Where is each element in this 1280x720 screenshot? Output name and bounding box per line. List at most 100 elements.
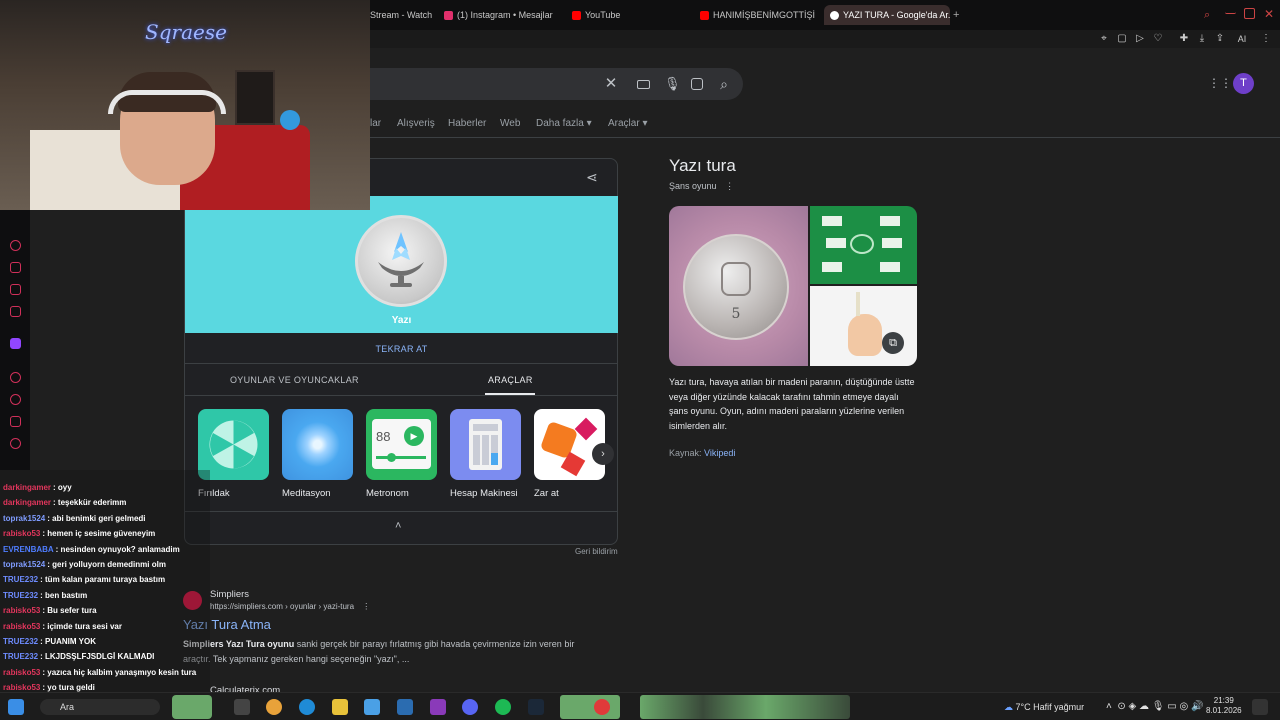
heart-icon[interactable]: ♡ [1152,33,1164,45]
chat-username: toprak1524 [3,513,46,523]
coin-icon[interactable] [355,215,447,307]
widget-icon[interactable] [172,695,212,719]
tab-instagram[interactable]: (1) Instagram • Mesajlar [444,6,564,24]
nav-item-images[interactable]: lar [370,118,381,129]
apps-grid-icon[interactable]: ⋮⋮ [1208,77,1232,89]
coin-flip-area[interactable]: Yazı [185,196,618,333]
result-url[interactable]: https://simpliers.com › oyunlar › yazi-t… [210,602,370,611]
tab-google-search[interactable]: YAZI TURA - Google'da Ar... [824,5,950,25]
account-avatar[interactable]: T [1233,73,1254,94]
tool-meditation[interactable]: Meditasyon [282,409,354,499]
extensions-icon[interactable]: ✚ [1178,33,1190,45]
keyboard-icon[interactable] [637,80,650,89]
settings-icon[interactable] [10,438,21,449]
retry-button[interactable]: TEKRAR AT [185,344,618,354]
close-window-icon[interactable]: ✕ [1264,5,1276,23]
youtube-icon [572,10,581,20]
download-icon[interactable]: ⤓ [1196,33,1208,45]
tab-search-icon[interactable]: ▢ [1116,33,1128,45]
nav-item-tools[interactable]: Araçlar ▾ [608,118,647,129]
more-options-icon[interactable]: ⋮ [362,602,370,611]
chat-message: rabisko53: yazıca hiç kalbim yanaşmıyo k… [0,665,210,680]
compass-icon[interactable] [10,240,21,251]
more-icon[interactable]: ⋮ [1260,33,1272,45]
nav-item-news[interactable]: Haberler [448,118,486,129]
bag-icon[interactable] [10,262,21,273]
chat-username: TRUE232 [3,575,39,585]
system-tray[interactable]: ˄ ⊙ ◈ ☁ 🎙 ▭ ◎ 🔊 [1106,701,1203,712]
tab-games-toys[interactable]: OYUNLAR VE OYUNCAKLAR [230,375,359,385]
wikipedia-link[interactable]: Vikipedi [704,448,735,458]
clock[interactable]: 21:39 8.01.2026 [1206,696,1242,716]
tab-youtube[interactable]: YouTube [572,6,652,24]
chat-username: rabisko53 [3,667,41,677]
outlook-icon[interactable] [397,699,413,715]
search-tabs-icon[interactable]: ⌕ [1204,6,1216,24]
chevron-up-icon[interactable]: ˄ [395,520,401,532]
task-view-icon[interactable] [234,699,250,715]
divider [185,511,618,512]
play-icon[interactable] [10,372,21,383]
clock-icon[interactable] [10,394,21,405]
share-icon[interactable]: ⇪ [1214,33,1226,45]
tool-metronome[interactable]: 88 ▶ Metronom [366,409,438,499]
notifications-icon[interactable] [1252,699,1268,715]
nav-item-more[interactable]: Daha fazla ▾ [536,118,592,129]
result-snippet: Simpliers Yazı Tura oyunu sanki gerçek b… [183,637,603,667]
date-text: 8.01.2026 [1206,706,1242,715]
obs-icon[interactable] [594,699,610,715]
chrome-icon[interactable] [266,699,282,715]
lens-icon[interactable] [691,78,703,90]
nav-item-shopping[interactable]: Alışveriş [397,118,435,129]
card-icon[interactable] [10,284,21,295]
spotify-icon[interactable] [495,699,511,715]
pin-icon[interactable]: ⌖ [1098,33,1110,45]
tab-tools[interactable]: ARAÇLAR [488,375,533,385]
app-icon[interactable] [560,695,620,719]
chat-message: TRUE232: tüm kalan paramı turaya bastım [0,572,210,587]
app-icon[interactable] [430,699,446,715]
search-box[interactable]: ✕ 🎙 ⌕ [370,68,743,100]
mail-icon[interactable] [10,306,21,317]
coin-photo[interactable]: 5 [669,206,808,366]
close-icon[interactable]: ✕ [604,76,618,91]
tab-youtube-video[interactable]: HANIMİŞBENİMGOTTİŞİM... [700,6,815,24]
chat-text: : hemen iç sesime güveneyim [42,529,156,539]
tool-calculator[interactable]: Hesap Makinesi [450,409,522,499]
edge-icon[interactable] [299,699,315,715]
chat-message: darkingamer: teşekkür ederimm [0,495,210,510]
calculator-icon [450,409,521,480]
file-explorer-icon[interactable] [332,699,348,715]
maximize-icon[interactable] [1244,8,1255,19]
store-icon[interactable] [364,699,380,715]
coin-toss-photo[interactable]: ⧉ [810,286,917,366]
tab-label: YAZI TURA - Google'da Ar... [843,10,950,20]
chevron-right-icon[interactable]: › [592,443,614,465]
image-search-icon[interactable]: ⧉ [882,332,904,354]
search-icon[interactable]: ⌕ [717,77,731,91]
chat-text: : geri yolluyorn demedinmi olm [47,560,166,570]
windows-start-icon[interactable] [8,699,24,715]
twitch-icon[interactable] [10,338,21,349]
mic-icon[interactable]: 🎙 [664,77,681,91]
chat-text: : LKJDSŞLFJSDLGİ KALMADI [40,652,155,662]
divider [185,363,618,364]
taskbar-search[interactable]: Ara [40,699,160,715]
nav-item-web[interactable]: Web [500,118,520,129]
ai-button[interactable]: AI [1231,33,1253,45]
minimize-icon[interactable] [1225,8,1236,14]
tab-stream[interactable]: Stream - Watch [370,6,440,24]
share-icon[interactable]: ⋖ [586,169,598,186]
steam-icon[interactable] [528,699,544,715]
game-board-photo[interactable] [810,206,917,284]
discord-icon[interactable] [462,699,478,715]
play-icon[interactable]: ▷ [1134,33,1146,45]
tag-icon[interactable] [10,416,21,427]
weather-widget[interactable]: ☁ 7°C Hafif yağmur [1004,702,1084,713]
more-options-icon[interactable]: ⋮ [725,181,734,191]
new-tab-button[interactable]: + [953,6,963,24]
feedback-link[interactable]: Geri bildirim [575,547,618,556]
result-site-name[interactable]: Simpliers [210,589,249,600]
taskbar-apps[interactable] [640,695,850,719]
wall-frame [235,70,275,125]
